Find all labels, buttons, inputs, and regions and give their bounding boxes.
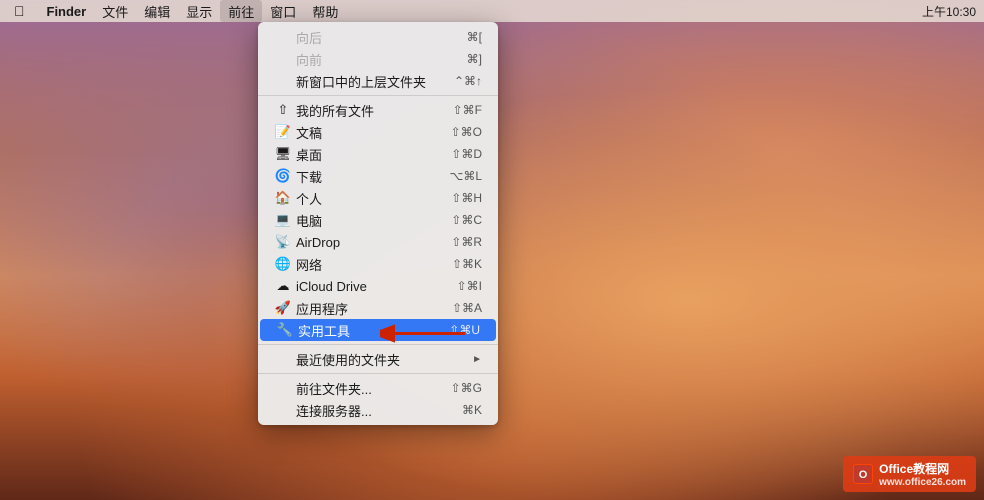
airdrop-shortcut: ⇧⌘R	[451, 235, 482, 249]
menu-item-forward[interactable]: 向前 ⌘]	[258, 48, 498, 70]
watermark-icon: O	[853, 464, 873, 484]
menu-item-back[interactable]: 向后 ⌘[	[258, 26, 498, 48]
computer-shortcut: ⇧⌘C	[451, 213, 482, 227]
documents-shortcut: ⇧⌘O	[451, 125, 482, 139]
menubar:  Finder 文件 编辑 显示 前往 窗口 帮助 上午10:30	[0, 0, 984, 22]
menu-item-enclosing[interactable]: 新窗口中的上层文件夹 ⌃⌘↑	[258, 70, 498, 92]
documents-icon: 📝	[274, 124, 292, 140]
goto-shortcut: ⇧⌘G	[451, 381, 482, 395]
finder-menu[interactable]: Finder	[39, 0, 95, 22]
menu-item-connect[interactable]: 连接服务器... ⌘K	[258, 399, 498, 421]
separator-3	[258, 373, 498, 374]
menubar-time: 上午10:30	[922, 3, 976, 20]
network-shortcut: ⇧⌘K	[452, 257, 482, 271]
highlight-arrow	[380, 316, 480, 351]
separator-1	[258, 95, 498, 96]
menu-item-downloads[interactable]: 🌀 下载 ⌥⌘L	[258, 165, 498, 187]
icloud-shortcut: ⇧⌘I	[457, 279, 482, 293]
go-menu[interactable]: 前往	[220, 0, 262, 22]
desktop:  Finder 文件 编辑 显示 前往 窗口 帮助 上午10:30 向后 ⌘[…	[0, 0, 984, 500]
desktop-icon: 🖥	[274, 146, 292, 162]
menu-item-desktop[interactable]: 🖥 桌面 ⇧⌘D	[258, 143, 498, 165]
airdrop-icon: 📡	[274, 234, 292, 250]
file-menu[interactable]: 文件	[94, 0, 136, 22]
allfiles-shortcut: ⇧⌘F	[453, 103, 482, 117]
applications-shortcut: ⇧⌘A	[452, 301, 482, 315]
recent-submenu-arrow: ►	[472, 354, 482, 365]
menu-item-recent[interactable]: 最近使用的文件夹 ►	[258, 348, 498, 370]
view-menu[interactable]: 显示	[178, 0, 220, 22]
watermark-text: Office教程网 www.office26.com	[879, 460, 966, 488]
menu-item-allfiles[interactable]: ⇧ 我的所有文件 ⇧⌘F	[258, 99, 498, 121]
downloads-shortcut: ⌥⌘L	[449, 169, 482, 183]
menubar-right: 上午10:30	[922, 3, 976, 20]
network-icon: 🌐	[274, 256, 292, 272]
icloud-icon: ☁	[274, 278, 292, 294]
help-menu[interactable]: 帮助	[304, 0, 346, 22]
menu-item-network[interactable]: 🌐 网络 ⇧⌘K	[258, 253, 498, 275]
utilities-icon: 🔧	[276, 322, 294, 338]
applications-icon: 🚀	[274, 300, 292, 316]
menu-item-icloud[interactable]: ☁ iCloud Drive ⇧⌘I	[258, 275, 498, 297]
menu-item-home[interactable]: 🏠 个人 ⇧⌘H	[258, 187, 498, 209]
connect-shortcut: ⌘K	[462, 403, 482, 417]
window-menu[interactable]: 窗口	[262, 0, 304, 22]
menu-item-airdrop[interactable]: 📡 AirDrop ⇧⌘R	[258, 231, 498, 253]
enclosing-shortcut: ⌃⌘↑	[454, 74, 482, 88]
allfiles-icon: ⇧	[274, 102, 292, 118]
watermark: O Office教程网 www.office26.com	[843, 456, 976, 492]
computer-icon: 💻	[274, 212, 292, 228]
edit-menu[interactable]: 编辑	[136, 0, 178, 22]
svg-text:O: O	[859, 469, 868, 481]
downloads-icon: 🌀	[274, 168, 292, 184]
desktop-shortcut: ⇧⌘D	[451, 147, 482, 161]
home-icon: 🏠	[274, 190, 292, 206]
menu-item-goto[interactable]: 前往文件夹... ⇧⌘G	[258, 377, 498, 399]
home-shortcut: ⇧⌘H	[451, 191, 482, 205]
forward-shortcut: ⌘]	[467, 52, 482, 66]
menu-item-documents[interactable]: 📝 文稿 ⇧⌘O	[258, 121, 498, 143]
back-shortcut: ⌘[	[467, 30, 482, 44]
menu-item-computer[interactable]: 💻 电脑 ⇧⌘C	[258, 209, 498, 231]
go-dropdown-menu: 向后 ⌘[ 向前 ⌘] 新窗口中的上层文件夹 ⌃⌘↑ ⇧ 我的所有文件 ⇧⌘F …	[258, 22, 498, 425]
apple-menu[interactable]: 	[8, 0, 31, 22]
